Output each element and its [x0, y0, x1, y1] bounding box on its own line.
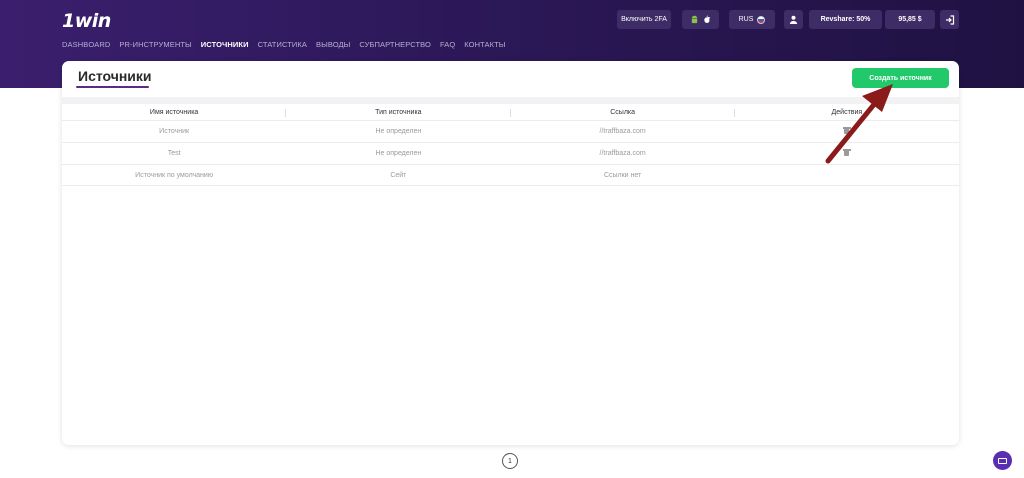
cell-source-link: Ссылки нет [603, 172, 642, 179]
apps-button[interactable] [682, 10, 719, 29]
main-nav: DASHBOARD PR-ИНСТРУМЕНТЫ ИСТОЧНИКИ СТАТИ… [62, 40, 506, 49]
logout-button[interactable] [940, 10, 959, 29]
user-icon [789, 15, 798, 24]
cell-source-name: Источник по умолчанию [135, 172, 214, 179]
revshare-label: Revshare: 50% [820, 16, 871, 23]
nav-withdrawals[interactable]: ВЫВОДЫ [316, 40, 350, 49]
cell-source-name: Test [167, 150, 181, 157]
table-row: Источник по умолчанию Сейт Ссылки нет [62, 164, 959, 186]
column-header-link[interactable]: Ссылка [511, 106, 736, 120]
android-icon [691, 15, 698, 24]
support-chat-button[interactable] [993, 451, 1012, 470]
pagination-page[interactable]: 1 [502, 453, 518, 469]
column-header-type[interactable]: Тип источника [286, 106, 511, 120]
brand-logo[interactable]: 1win [62, 10, 111, 32]
title-underline [76, 86, 149, 88]
language-label: RUS [738, 16, 754, 23]
trash-icon[interactable] [842, 149, 851, 156]
russia-flag-icon [757, 15, 766, 24]
nav-pr-tools[interactable]: PR-ИНСТРУМЕНТЫ [119, 40, 191, 49]
table-header: Имя источника Тип источника Ссылка Дейст… [62, 106, 959, 120]
column-header-actions: Действия [831, 109, 863, 116]
trash-icon[interactable] [842, 127, 851, 134]
cell-source-link: //traffbaza.com [599, 150, 646, 157]
table-row: Источник Не определен //traffbaza.com [62, 120, 959, 142]
page-title: Источники [78, 68, 152, 84]
revshare-badge: Revshare: 50% [809, 10, 882, 29]
nav-subpartnership[interactable]: СУБПАРТНЕРСТВО [359, 40, 431, 49]
apple-icon [704, 15, 711, 23]
cell-actions [735, 165, 959, 185]
create-source-button[interactable]: Создать источник [852, 68, 949, 88]
sources-card: Источники Создать источник Имя источника… [62, 61, 959, 445]
mail-icon [998, 457, 1007, 464]
card-header: Источники Создать источник [62, 61, 959, 97]
cell-actions [735, 143, 959, 164]
cell-source-type: Не определен [375, 150, 422, 157]
header-divider [62, 97, 959, 104]
nav-sources[interactable]: ИСТОЧНИКИ [201, 40, 249, 49]
column-header-name[interactable]: Имя источника [62, 106, 287, 120]
profile-button[interactable] [784, 10, 803, 29]
cell-actions [735, 121, 959, 142]
balance-value: 95,85 $ [898, 16, 922, 23]
nav-dashboard[interactable]: DASHBOARD [62, 40, 110, 49]
balance-badge: 95,85 $ [885, 10, 935, 29]
table-row: Test Не определен //traffbaza.com [62, 142, 959, 164]
nav-faq[interactable]: FAQ [440, 40, 455, 49]
language-selector[interactable]: RUS [729, 10, 775, 29]
enable-2fa-label: Включить 2FA [621, 16, 667, 23]
cell-source-type: Не определен [375, 128, 422, 135]
logo-text: 1win [62, 10, 111, 32]
enable-2fa-button[interactable]: Включить 2FA [617, 10, 671, 29]
nav-contacts[interactable]: КОНТАКТЫ [464, 40, 505, 49]
cell-source-link: //traffbaza.com [599, 128, 646, 135]
cell-source-type: Сейт [390, 172, 407, 179]
logout-icon [945, 14, 954, 25]
nav-statistics[interactable]: СТАТИСТИКА [258, 40, 307, 49]
cell-source-name: Источник [159, 128, 190, 135]
